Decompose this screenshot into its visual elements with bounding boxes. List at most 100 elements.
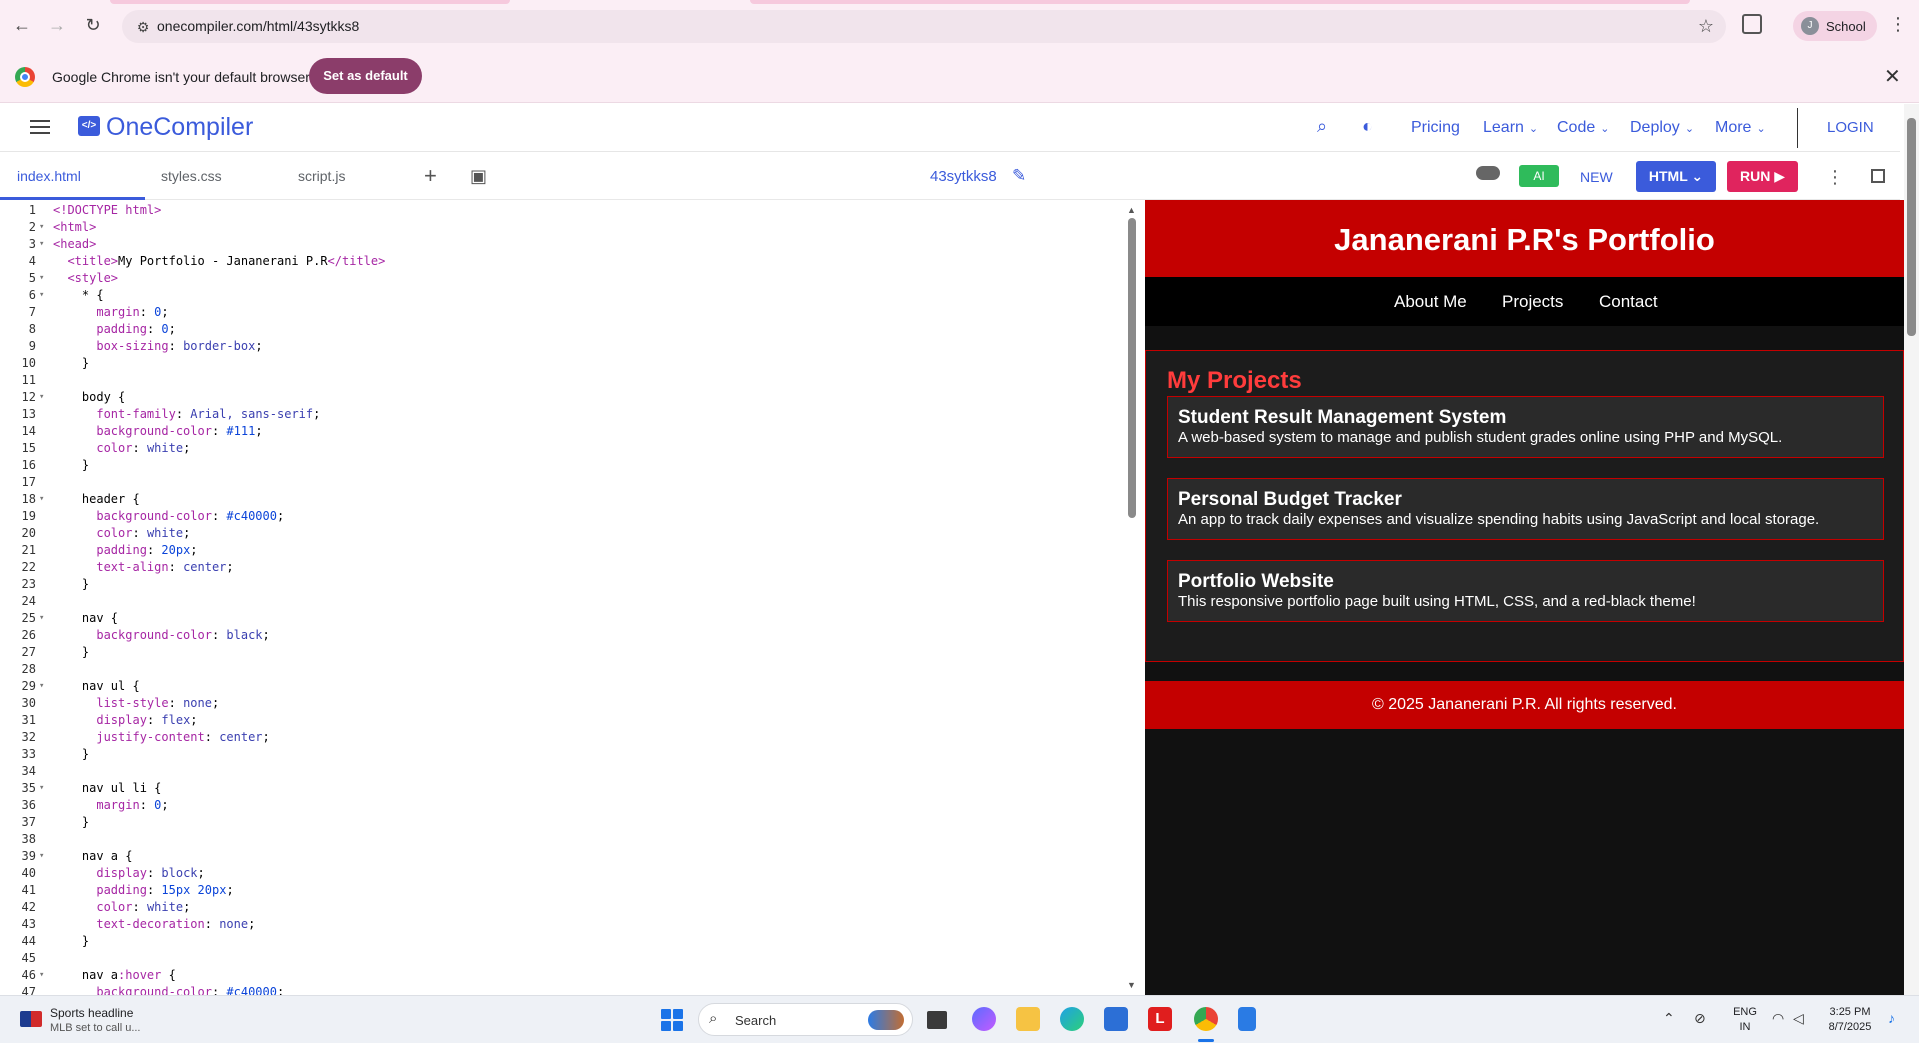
code-text[interactable]: nav ul li { [53,780,161,797]
site-info-icon[interactable]: ⚙ [134,18,152,36]
nav-learn[interactable]: Learn ⌄ [1483,119,1538,137]
ai-button[interactable]: AI [1519,165,1559,187]
clock-date[interactable]: 8/7/2025 [1820,1021,1880,1033]
edge-icon[interactable] [1060,1007,1084,1031]
language-region[interactable]: IN [1730,1021,1760,1033]
scroll-up-icon[interactable]: ▲ [1127,205,1136,215]
code-text[interactable]: } [53,814,89,831]
code-line[interactable]: 10 } [0,355,1120,372]
onecompiler-logo-icon[interactable]: </> [78,116,100,136]
code-line[interactable]: 24 [0,593,1120,610]
code-text[interactable]: background-color: #111; [53,423,262,440]
tab-index-html[interactable]: index.html [17,168,81,184]
code-text[interactable]: <title>My Portfolio - Jananerani P.R</ti… [53,253,385,270]
forward-icon[interactable]: → [46,14,68,36]
close-icon[interactable]: ✕ [1884,64,1901,89]
code-line[interactable]: 7 margin: 0; [0,304,1120,321]
code-line[interactable]: 20 color: white; [0,525,1120,542]
code-line[interactable]: 45 [0,950,1120,967]
preview-nav-contact[interactable]: Contact [1599,292,1658,312]
code-text[interactable]: padding: 0; [53,321,176,338]
editor-scrollbar-thumb[interactable] [1128,218,1136,518]
bookmark-star-icon[interactable]: ☆ [1698,16,1714,37]
taskbar-search[interactable]: ⌕ Search [698,1003,913,1036]
fold-toggle-icon[interactable]: ▾ [39,219,44,236]
code-text[interactable]: } [53,355,89,372]
code-text[interactable]: nav { [53,610,118,627]
code-line[interactable]: 39 ▾ nav a { [0,848,1120,865]
code-text[interactable]: background-color: black; [53,627,269,644]
news-widget-title[interactable]: Sports headline [50,1006,133,1020]
code-text[interactable]: } [53,933,89,950]
code-text[interactable]: display: flex; [53,712,197,729]
code-line[interactable]: 25 ▾ nav { [0,610,1120,627]
code-line[interactable]: 23 } [0,576,1120,593]
reload-icon[interactable]: ↻ [82,14,104,36]
fold-toggle-icon[interactable]: ▾ [39,780,44,797]
code-line[interactable]: 18 ▾ header { [0,491,1120,508]
task-view-icon[interactable] [927,1011,947,1029]
code-line[interactable]: 38 [0,831,1120,848]
code-text[interactable]: padding: 20px; [53,542,197,559]
code-line[interactable]: 14 background-color: #111; [0,423,1120,440]
code-text[interactable]: margin: 0; [53,797,168,814]
code-line[interactable]: 19 background-color: #c40000; [0,508,1120,525]
code-line[interactable]: 11 [0,372,1120,389]
code-line[interactable]: 27 } [0,644,1120,661]
code-line[interactable]: 37 } [0,814,1120,831]
code-line[interactable]: 29 ▾ nav ul { [0,678,1120,695]
url-text[interactable]: onecompiler.com/html/43sytkks8 [157,18,359,34]
notepad-icon[interactable] [1238,1007,1256,1031]
code-text[interactable]: } [53,457,89,474]
code-line[interactable]: 5 ▾ <style> [0,270,1120,287]
brand-name[interactable]: OneCompiler [106,113,253,142]
code-line[interactable]: 13 font-family: Arial, sans-serif; [0,406,1120,423]
nav-pricing[interactable]: Pricing [1411,119,1460,137]
preview-nav-projects[interactable]: Projects [1502,292,1563,312]
page-scrollbar-thumb[interactable] [1907,118,1916,336]
fold-toggle-icon[interactable]: ▾ [39,678,44,695]
code-line[interactable]: 12 ▾ body { [0,389,1120,406]
profile-button[interactable]: J School [1793,11,1877,41]
fold-toggle-icon[interactable]: ▾ [39,389,44,406]
fold-toggle-icon[interactable]: ▾ [39,270,44,287]
news-widget-subtitle[interactable]: MLB set to call u... [50,1022,140,1034]
code-text[interactable]: <!DOCTYPE html> [53,202,161,219]
code-line[interactable]: 32 justify-content: center; [0,729,1120,746]
more-options-icon[interactable]: ⋮ [1826,167,1844,188]
chevron-up-icon[interactable]: ⌃ [1663,1010,1675,1027]
code-line[interactable]: 40 display: block; [0,865,1120,882]
code-line[interactable]: 30 list-style: none; [0,695,1120,712]
address-bar[interactable]: ⚙ onecompiler.com/html/43sytkks8 ☆ [122,10,1726,43]
fullscreen-icon[interactable] [1871,169,1885,183]
fold-toggle-icon[interactable]: ▾ [39,967,44,984]
fold-toggle-icon[interactable]: ▾ [39,491,44,508]
nav-more[interactable]: More ⌄ [1715,119,1766,137]
fold-toggle-icon[interactable]: ▾ [39,287,44,304]
code-text[interactable]: } [53,644,89,661]
code-line[interactable]: 28 [0,661,1120,678]
edit-pencil-icon[interactable]: ✎ [1012,166,1026,186]
code-text[interactable]: <html> [53,219,96,236]
code-line[interactable]: 35 ▾ nav ul li { [0,780,1120,797]
code-text[interactable]: nav a { [53,848,133,865]
clock-time[interactable]: 3:25 PM [1820,1006,1880,1018]
store-icon[interactable] [1104,1007,1128,1031]
code-text[interactable]: <head> [53,236,96,253]
windows-start-icon[interactable] [661,1009,683,1031]
tab-script-js[interactable]: script.js [298,168,345,184]
nav-code[interactable]: Code ⌄ [1557,119,1609,137]
fold-toggle-icon[interactable]: ▾ [39,610,44,627]
code-line[interactable]: 2 ▾ <html> [0,219,1120,236]
code-line[interactable]: 21 padding: 20px; [0,542,1120,559]
file-explorer-icon[interactable] [1016,1007,1040,1031]
fold-toggle-icon[interactable]: ▾ [39,236,44,253]
code-text[interactable]: text-align: center; [53,559,233,576]
nav-deploy[interactable]: Deploy ⌄ [1630,119,1694,137]
add-file-icon[interactable]: + [424,163,437,189]
code-line[interactable]: 8 padding: 0; [0,321,1120,338]
code-line[interactable]: 43 text-decoration: none; [0,916,1120,933]
network-off-icon[interactable]: ⊘ [1694,1010,1706,1027]
code-text[interactable]: color: white; [53,899,190,916]
code-text[interactable]: } [53,746,89,763]
